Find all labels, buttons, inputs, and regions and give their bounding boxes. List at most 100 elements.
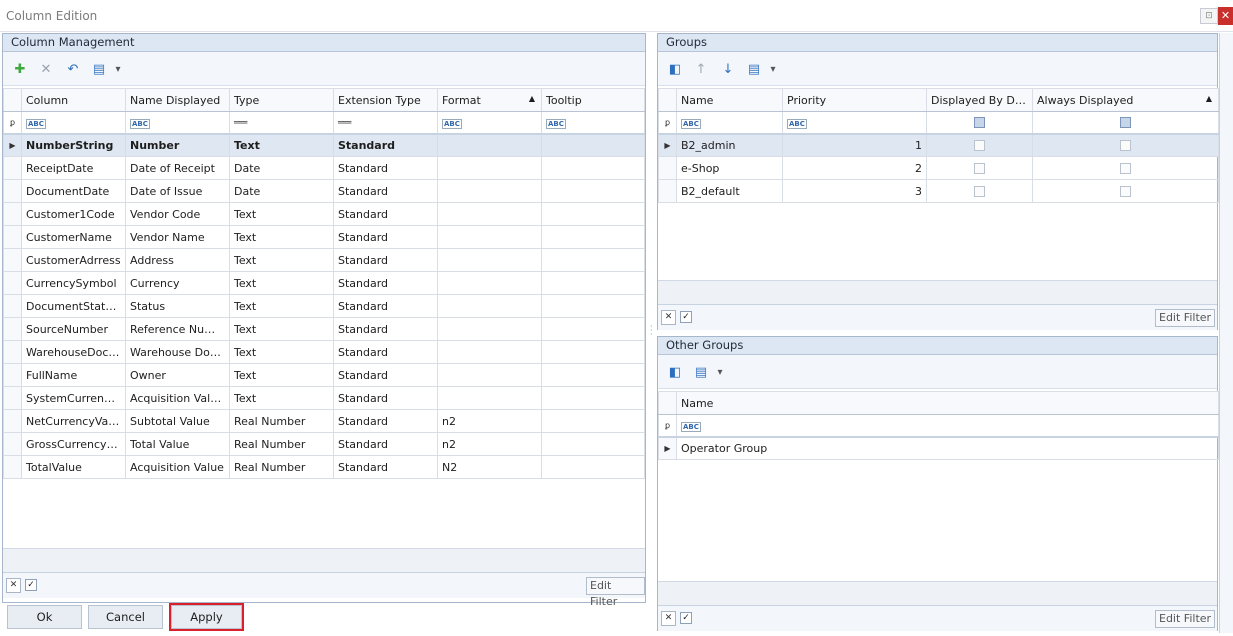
name-displayed-cell[interactable]: Reference Number bbox=[125, 317, 230, 341]
extension-type-cell[interactable]: Standard bbox=[333, 271, 438, 295]
column-header-column[interactable]: Column bbox=[21, 88, 126, 112]
format-cell[interactable] bbox=[437, 271, 542, 295]
clear-filter-icon[interactable]: ✕ bbox=[661, 611, 676, 626]
tooltip-cell[interactable] bbox=[541, 133, 645, 157]
always-displayed-checkbox[interactable] bbox=[1120, 140, 1131, 152]
type-cell[interactable]: Text bbox=[229, 294, 334, 318]
format-cell[interactable] bbox=[437, 133, 542, 157]
ok-button[interactable]: Ok bbox=[7, 605, 82, 629]
column-cell[interactable]: CustomerAdrress bbox=[21, 248, 126, 272]
dropdown-arrow-icon[interactable]: ▾ bbox=[764, 60, 782, 78]
vertical-splitter[interactable]: · · · bbox=[650, 323, 654, 339]
table-row[interactable]: CurrencySymbol Currency Text Standard bbox=[3, 271, 645, 295]
type-cell[interactable]: Date bbox=[229, 179, 334, 203]
type-cell[interactable]: Text bbox=[229, 386, 334, 410]
always-displayed-checkbox[interactable] bbox=[1120, 186, 1131, 197]
tooltip-cell[interactable] bbox=[541, 340, 645, 364]
clear-filter-icon[interactable]: ✕ bbox=[661, 310, 676, 325]
group-name-cell[interactable]: e-Shop bbox=[676, 156, 783, 180]
column-cell[interactable]: CustomerName bbox=[21, 225, 126, 249]
tooltip-cell[interactable] bbox=[541, 386, 645, 410]
column-header-format[interactable]: Format ▲ bbox=[437, 88, 542, 112]
column-cell[interactable]: SourceNumber bbox=[21, 317, 126, 341]
filter-checkbox[interactable] bbox=[1120, 117, 1131, 129]
group-name-cell[interactable]: B2_admin bbox=[676, 133, 783, 157]
tooltip-cell[interactable] bbox=[541, 271, 645, 295]
type-cell[interactable]: Text bbox=[229, 271, 334, 295]
name-displayed-cell[interactable]: Subtotal Value bbox=[125, 409, 230, 433]
name-displayed-cell[interactable]: Date of Issue bbox=[125, 179, 230, 203]
name-displayed-cell[interactable]: Currency bbox=[125, 271, 230, 295]
table-row[interactable]: ▶ Operator Group bbox=[658, 436, 1219, 460]
type-cell[interactable]: Real Number bbox=[229, 432, 334, 456]
layout-icon[interactable]: ▤ bbox=[90, 60, 108, 78]
table-row[interactable]: ▶ B2_admin 1 bbox=[658, 133, 1219, 157]
groups-filter-displayed-cell[interactable] bbox=[926, 111, 1033, 135]
edit-filter-button[interactable]: Edit Filter bbox=[586, 577, 645, 608]
column-cell[interactable]: GrossCurrencyVa... bbox=[21, 432, 126, 456]
name-displayed-cell[interactable]: Vendor Name bbox=[125, 225, 230, 249]
group-priority-cell[interactable]: 3 bbox=[782, 179, 927, 203]
table-row[interactable]: SourceNumber Reference Number Text Standard bbox=[3, 317, 645, 341]
filter-name-displayed-cell[interactable]: ABC bbox=[125, 111, 230, 135]
extension-type-cell[interactable]: Standard bbox=[333, 202, 438, 226]
table-row[interactable]: DocumentDate Date of Issue Date Standard bbox=[3, 179, 645, 203]
format-cell[interactable] bbox=[437, 317, 542, 341]
extension-type-cell[interactable]: Standard bbox=[333, 455, 438, 479]
type-cell[interactable]: Real Number bbox=[229, 455, 334, 479]
filter-column-cell[interactable]: ABC bbox=[21, 111, 126, 135]
column-cell[interactable]: ReceiptDate bbox=[21, 156, 126, 180]
table-row[interactable]: ReceiptDate Date of Receipt Date Standard bbox=[3, 156, 645, 180]
column-cell[interactable]: WarehouseDocu... bbox=[21, 340, 126, 364]
name-displayed-cell[interactable]: Date of Receipt bbox=[125, 156, 230, 180]
format-cell[interactable] bbox=[437, 248, 542, 272]
enable-filter-checkbox[interactable]: ✓ bbox=[680, 612, 692, 624]
table-row[interactable]: SystemCurrencyS... Acquisition Valu... Tex… bbox=[3, 386, 645, 410]
table-row[interactable]: ▶ NumberString Number Text Standard bbox=[3, 133, 645, 157]
tooltip-cell[interactable] bbox=[541, 432, 645, 456]
group-always-cell[interactable] bbox=[1032, 156, 1219, 180]
column-cell[interactable]: DocumentDate bbox=[21, 179, 126, 203]
extension-type-cell[interactable]: Standard bbox=[333, 340, 438, 364]
column-cell[interactable]: FullName bbox=[21, 363, 126, 387]
column-header-extension-type[interactable]: Extension Type bbox=[333, 88, 438, 112]
other-group-name-cell[interactable]: Operator Group bbox=[676, 436, 1219, 460]
extension-type-cell[interactable]: Standard bbox=[333, 156, 438, 180]
enable-filter-checkbox[interactable]: ✓ bbox=[25, 579, 37, 591]
group-displayed-cell[interactable] bbox=[926, 179, 1033, 203]
table-row[interactable]: e-Shop 2 bbox=[658, 156, 1219, 180]
format-cell[interactable]: n2 bbox=[437, 432, 542, 456]
table-row[interactable]: TotalValue Acquisition Value Real Number St… bbox=[3, 455, 645, 479]
group-displayed-cell[interactable] bbox=[926, 133, 1033, 157]
displayed-by-default-checkbox[interactable] bbox=[974, 140, 985, 152]
move-down-icon[interactable]: ↓ bbox=[719, 60, 737, 78]
column-cell[interactable]: SystemCurrencyS... bbox=[21, 386, 126, 410]
tooltip-cell[interactable] bbox=[541, 225, 645, 249]
table-row[interactable]: WarehouseDocu... Warehouse Doc... Text Stan… bbox=[3, 340, 645, 364]
format-cell[interactable] bbox=[437, 386, 542, 410]
other-groups-filter-name-cell[interactable]: ABC bbox=[676, 414, 1219, 438]
tooltip-cell[interactable] bbox=[541, 409, 645, 433]
extension-type-cell[interactable]: Standard bbox=[333, 133, 438, 157]
name-displayed-cell[interactable]: Acquisition Valu... bbox=[125, 386, 230, 410]
name-displayed-cell[interactable]: Address bbox=[125, 248, 230, 272]
close-button[interactable]: ✕ bbox=[1218, 7, 1233, 25]
type-cell[interactable]: Date bbox=[229, 156, 334, 180]
format-cell[interactable]: N2 bbox=[437, 455, 542, 479]
extension-type-cell[interactable]: Standard bbox=[333, 225, 438, 249]
groups-filter-always-cell[interactable] bbox=[1032, 111, 1219, 135]
column-header-name-displayed[interactable]: Name Displayed bbox=[125, 88, 230, 112]
extension-type-cell[interactable]: Standard bbox=[333, 179, 438, 203]
dropdown-arrow-icon[interactable]: ▾ bbox=[711, 363, 729, 381]
name-displayed-cell[interactable]: Number bbox=[125, 133, 230, 157]
always-displayed-checkbox[interactable] bbox=[1120, 163, 1131, 174]
groups-horizontal-scrollbar[interactable] bbox=[658, 280, 1217, 304]
filter-extension-type-cell[interactable]: ══ bbox=[333, 111, 438, 135]
column-cell[interactable]: DocumentStateN... bbox=[21, 294, 126, 318]
type-cell[interactable]: Text bbox=[229, 248, 334, 272]
table-row[interactable]: CustomerAdrress Address Text Standard bbox=[3, 248, 645, 272]
format-cell[interactable] bbox=[437, 179, 542, 203]
extension-type-cell[interactable]: Standard bbox=[333, 386, 438, 410]
column-header-type[interactable]: Type bbox=[229, 88, 334, 112]
layout-icon[interactable]: ▤ bbox=[692, 363, 710, 381]
